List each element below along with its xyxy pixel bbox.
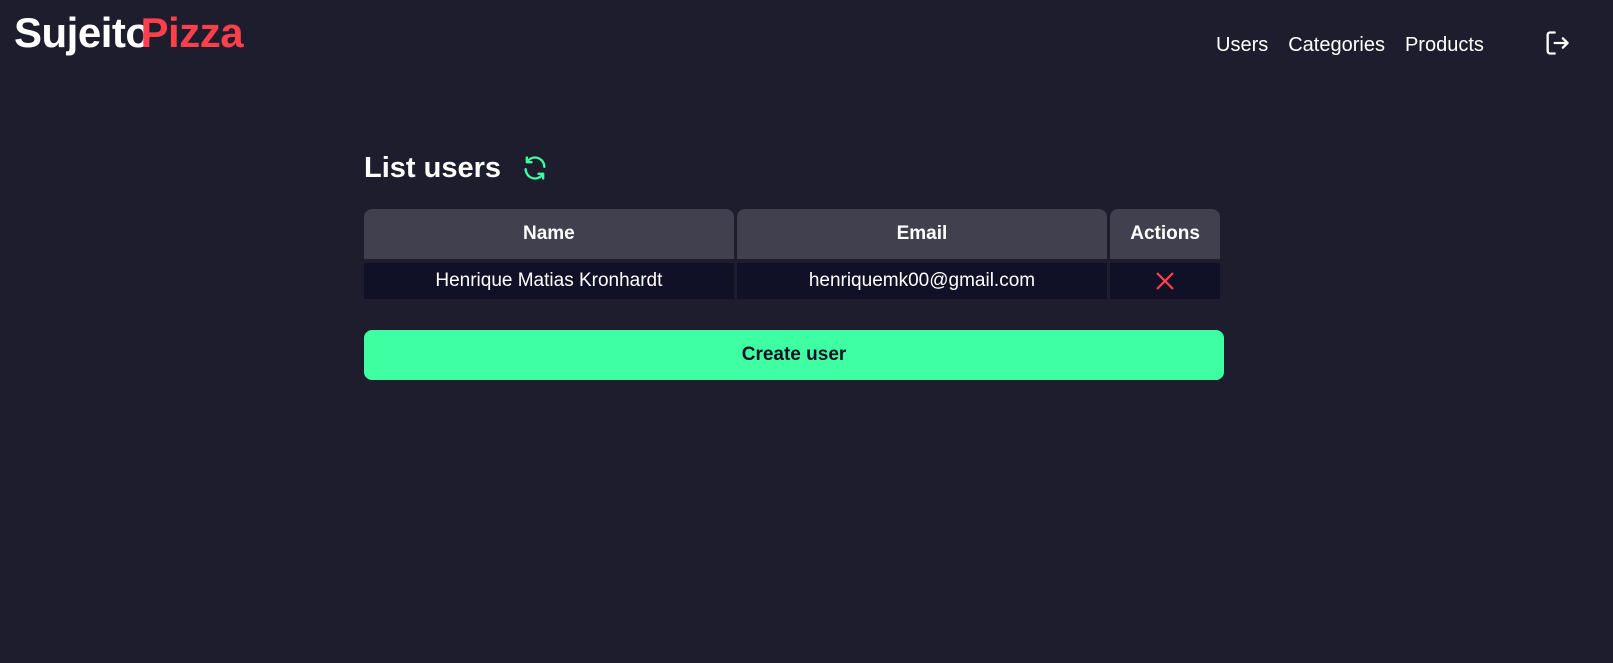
logout-icon <box>1546 31 1569 55</box>
logo[interactable]: SujeitoPizza <box>14 8 244 58</box>
logo-text-primary: Sujeito <box>14 9 151 56</box>
user-email-cell: henriquemk00@gmail.com <box>736 263 1108 299</box>
users-table: Name Email Actions Henrique Matias Kronh… <box>361 205 1223 303</box>
close-icon <box>1156 272 1174 290</box>
nav-link-categories[interactable]: Categories <box>1288 34 1385 57</box>
nav-link-products[interactable]: Products <box>1405 34 1484 57</box>
title-row: List users <box>364 145 1224 191</box>
main-nav: Users Categories Products <box>1216 30 1504 60</box>
table-row: Henrique Matias Kronhardt henriquemk00@g… <box>364 263 1220 299</box>
page-title: List users <box>364 151 501 184</box>
main-content: List users Name Email Actions Henrique M… <box>364 145 1224 380</box>
refresh-button[interactable] <box>519 152 551 184</box>
column-header-actions: Actions <box>1110 209 1220 259</box>
table-header-row: Name Email Actions <box>364 209 1220 259</box>
user-actions-cell <box>1110 263 1220 299</box>
column-header-email: Email <box>736 209 1108 259</box>
logo-text-accent: Pizza <box>140 9 244 56</box>
create-user-button[interactable]: Create user <box>364 330 1224 380</box>
app-header: SujeitoPizza Users Categories Products <box>0 0 1613 90</box>
column-header-name: Name <box>364 209 734 259</box>
user-name-cell: Henrique Matias Kronhardt <box>364 263 734 299</box>
logout-button[interactable] <box>1542 28 1572 58</box>
refresh-icon <box>524 156 546 180</box>
nav-link-users[interactable]: Users <box>1216 34 1268 57</box>
delete-user-button[interactable] <box>1152 268 1178 294</box>
